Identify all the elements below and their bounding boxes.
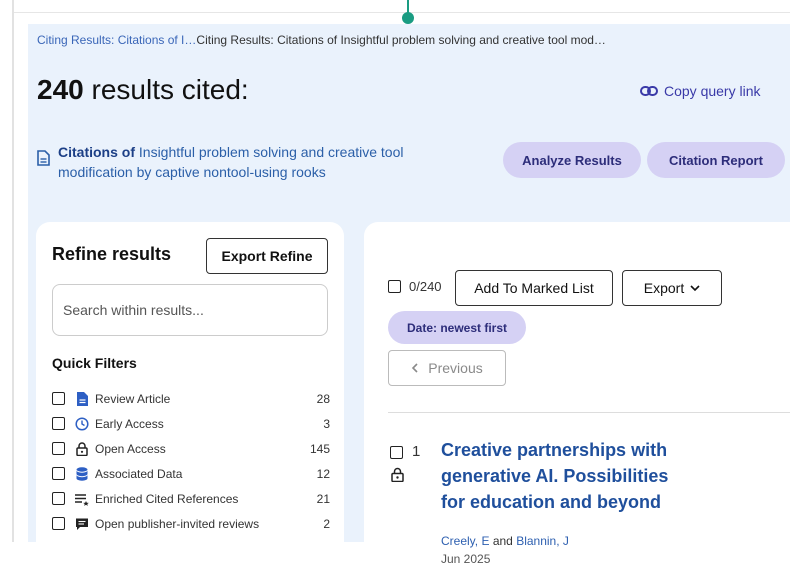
database-icon: [75, 466, 89, 481]
review-chat-icon: [75, 517, 89, 531]
breadcrumb: Citing Results: Citations of I…Citing Re…: [37, 33, 606, 47]
results-suffix: results cited:: [91, 74, 249, 105]
citation-prefix: Citations of: [58, 144, 135, 160]
copy-query-link[interactable]: Copy query link: [640, 83, 761, 99]
filter-open-access[interactable]: Open Access 145: [52, 436, 330, 461]
author-link[interactable]: Blannin, J: [516, 534, 569, 548]
clock-icon: [75, 416, 89, 431]
chevron-down-icon: [690, 284, 700, 291]
previous-page-button[interactable]: Previous: [388, 350, 506, 386]
filter-count: 145: [309, 441, 330, 456]
record-title[interactable]: Creative partnerships with generative AI…: [441, 437, 691, 515]
results-panel: 0/240 Add To Marked List Export Date: ne…: [364, 222, 790, 566]
record-checkbox[interactable]: [390, 446, 403, 459]
refine-title: Refine results: [52, 244, 172, 264]
filter-count: 28: [316, 391, 330, 406]
citation-description: Citations of Insightful problem solving …: [37, 142, 467, 182]
author-link[interactable]: Creely, E: [441, 534, 489, 548]
previous-label: Previous: [428, 360, 483, 376]
filter-checkbox[interactable]: [52, 467, 65, 480]
filter-associated-data[interactable]: Associated Data 12: [52, 461, 330, 486]
filter-label: Open Access: [95, 441, 166, 456]
refine-panel: Refine results Export Refine Quick Filte…: [36, 222, 344, 562]
chevron-left-icon: [412, 363, 418, 373]
breadcrumb-link[interactable]: Citing Results: Citations of I…: [37, 33, 196, 47]
document-icon: [37, 150, 50, 166]
filter-early-access[interactable]: Early Access 3: [52, 411, 330, 436]
export-refine-button[interactable]: Export Refine: [206, 238, 328, 274]
filter-count: 12: [316, 466, 330, 481]
filter-checkbox[interactable]: [52, 492, 65, 505]
export-label: Export: [643, 280, 685, 296]
search-within-results-input[interactable]: [52, 284, 328, 336]
add-to-marked-list-button[interactable]: Add To Marked List: [455, 270, 613, 306]
citation-text: Citations of Insightful problem solving …: [58, 142, 467, 182]
filter-checkbox[interactable]: [52, 517, 65, 530]
filter-label: Early Access: [95, 416, 164, 431]
document-icon: [75, 391, 89, 406]
filter-enriched-cited-references[interactable]: Enriched Cited References 21: [52, 486, 330, 511]
quick-filters-title: Quick Filters: [52, 355, 137, 371]
filter-label: Associated Data: [95, 466, 183, 481]
results-count: 240: [37, 74, 84, 105]
copy-query-link-label: Copy query link: [664, 83, 761, 99]
quick-filters-list: Review Article 28 Early Access 3 Open Ac…: [52, 386, 330, 536]
window-top-edge: [14, 12, 790, 13]
author-separator: and: [492, 534, 513, 548]
selected-count: 0/240: [409, 279, 442, 294]
export-dropdown-button[interactable]: Export: [622, 270, 722, 306]
filter-count: 2: [323, 516, 330, 531]
record-authors: Creely, E and Blannin, J: [441, 534, 569, 548]
pin-marker-icon: [402, 12, 414, 24]
filter-label: Open publisher-invited reviews: [95, 516, 260, 531]
filter-review-article[interactable]: Review Article 28: [52, 386, 330, 411]
breadcrumb-current: Citing Results: Citations of Insightful …: [196, 33, 606, 47]
filter-checkbox[interactable]: [52, 442, 65, 455]
filter-count: 3: [323, 416, 330, 431]
filter-label: Enriched Cited References: [95, 491, 239, 506]
page-title: 240 results cited:: [37, 74, 249, 106]
filter-checkbox[interactable]: [52, 417, 65, 430]
divider: [388, 412, 790, 413]
window-left-edge: [12, 0, 14, 542]
record-date: Jun 2025: [441, 552, 491, 566]
filter-count: 21: [316, 491, 330, 506]
unlock-icon: [75, 441, 89, 456]
citation-report-button[interactable]: Citation Report: [647, 142, 785, 178]
filter-label: Review Article: [95, 391, 171, 406]
select-all-checkbox[interactable]: [388, 280, 401, 293]
filter-open-publisher-reviews[interactable]: Open publisher-invited reviews 2: [52, 511, 330, 536]
enriched-list-icon: [75, 492, 89, 506]
results-header-band: Citing Results: Citations of I…Citing Re…: [28, 24, 790, 566]
analyze-results-button[interactable]: Analyze Results: [503, 142, 641, 178]
sort-selector[interactable]: Date: newest first: [388, 311, 526, 344]
record-index: 1: [412, 443, 421, 460]
lock-icon: [391, 467, 404, 482]
link-icon: [640, 86, 658, 96]
filter-checkbox[interactable]: [52, 392, 65, 405]
